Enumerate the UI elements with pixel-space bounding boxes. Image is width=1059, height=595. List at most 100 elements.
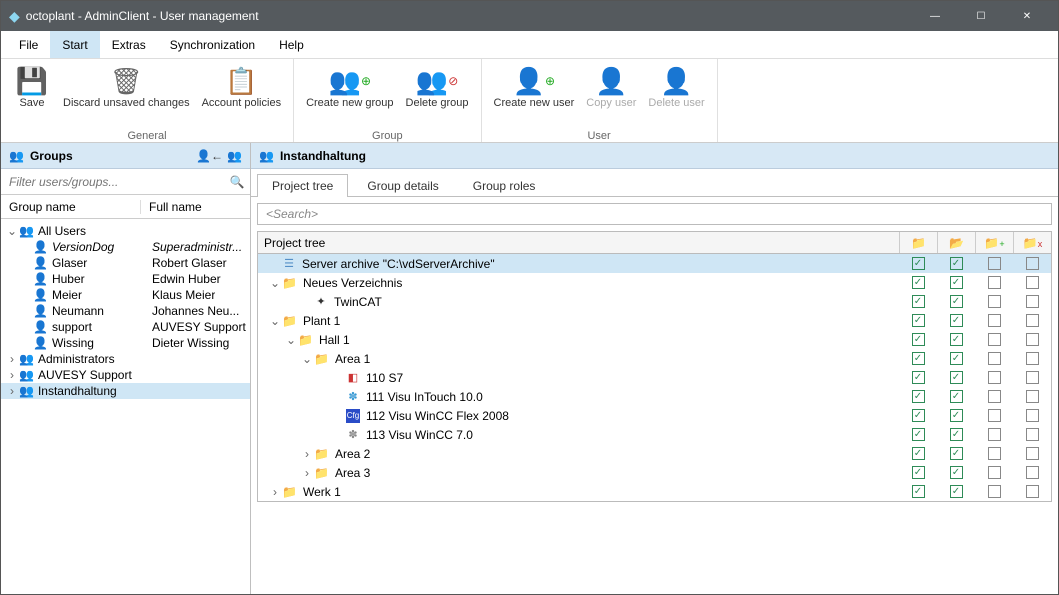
permission-checkbox[interactable]: ✓ [912, 257, 925, 270]
permission-checkbox[interactable] [988, 485, 1001, 498]
permission-checkbox[interactable]: ✓ [912, 371, 925, 384]
permission-checkbox[interactable]: ✓ [912, 276, 925, 289]
expand-icon[interactable]: ⌄ [284, 333, 298, 347]
tree-row[interactable]: 👤NeumannJohannes Neu... [1, 303, 250, 319]
tree-row[interactable]: 👤MeierKlaus Meier [1, 287, 250, 303]
groups-tree[interactable]: ⌄👥All Users👤VersionDogSuperadministr...👤… [1, 219, 250, 594]
permission-checkbox[interactable]: ✓ [950, 409, 963, 422]
tree-row[interactable]: ⌄👥All Users [1, 223, 250, 239]
col-perm-1[interactable]: 📁 [899, 232, 937, 253]
permission-checkbox[interactable] [1026, 314, 1039, 327]
filter-input[interactable] [1, 170, 224, 194]
permission-checkbox[interactable] [988, 371, 1001, 384]
project-table-body[interactable]: ☰Server archive "C:\vdServerArchive"✓✓⌄📁… [258, 254, 1051, 501]
create-group-button[interactable]: 👥⊕ Create new group [300, 63, 399, 112]
permission-checkbox[interactable] [1026, 333, 1039, 346]
search-icon[interactable]: 🔍 [224, 175, 250, 189]
tab-project-tree[interactable]: Project tree [257, 174, 348, 197]
project-row[interactable]: ✦TwinCAT✓✓ [258, 292, 1051, 311]
permission-checkbox[interactable] [988, 428, 1001, 441]
permission-checkbox[interactable] [988, 333, 1001, 346]
menu-synchronization[interactable]: Synchronization [158, 31, 267, 58]
permission-checkbox[interactable] [988, 295, 1001, 308]
permission-checkbox[interactable]: ✓ [950, 257, 963, 270]
expand-icon[interactable]: › [268, 485, 282, 499]
delete-user-button[interactable]: 👤 Delete user [642, 63, 710, 112]
permission-checkbox[interactable] [1026, 257, 1039, 270]
permission-checkbox[interactable]: ✓ [912, 295, 925, 308]
col-perm-3[interactable]: 📁+ [975, 232, 1013, 253]
permission-checkbox[interactable] [1026, 466, 1039, 479]
project-row[interactable]: ›📁Werk 1✓✓ [258, 482, 1051, 501]
permission-checkbox[interactable] [1026, 447, 1039, 460]
permission-checkbox[interactable] [1026, 409, 1039, 422]
permission-checkbox[interactable]: ✓ [950, 390, 963, 403]
permission-checkbox[interactable] [1026, 390, 1039, 403]
permission-checkbox[interactable]: ✓ [912, 447, 925, 460]
permission-checkbox[interactable]: ✓ [950, 333, 963, 346]
col-project-tree[interactable]: Project tree [258, 232, 899, 253]
permission-checkbox[interactable]: ✓ [912, 390, 925, 403]
expand-icon[interactable]: ⌄ [300, 352, 314, 366]
permission-checkbox[interactable] [988, 257, 1001, 270]
project-search[interactable]: <Search> [257, 203, 1052, 225]
close-button[interactable]: ✕ [1004, 1, 1050, 31]
project-row[interactable]: ⌄📁Area 1✓✓ [258, 349, 1051, 368]
permission-checkbox[interactable]: ✓ [912, 352, 925, 365]
assign-user-icon[interactable]: 👤← [196, 149, 223, 163]
expand-icon[interactable]: ⌄ [268, 314, 282, 328]
menu-help[interactable]: Help [267, 31, 316, 58]
discard-button[interactable]: 🗑 Discard unsaved changes [57, 63, 196, 112]
permission-checkbox[interactable] [988, 390, 1001, 403]
col-perm-2[interactable]: 📂 [937, 232, 975, 253]
account-policies-button[interactable]: 📋 Account policies [196, 63, 288, 112]
project-row[interactable]: ✽111 Visu InTouch 10.0✓✓ [258, 387, 1051, 406]
permission-checkbox[interactable]: ✓ [950, 371, 963, 384]
tree-row[interactable]: ›👥AUVESY Support [1, 367, 250, 383]
permission-checkbox[interactable]: ✓ [912, 466, 925, 479]
permission-checkbox[interactable] [988, 276, 1001, 289]
save-button[interactable]: 💾 Save [7, 63, 57, 112]
permission-checkbox[interactable] [1026, 352, 1039, 365]
permission-checkbox[interactable] [988, 352, 1001, 365]
project-row[interactable]: ⌄📁Hall 1✓✓ [258, 330, 1051, 349]
tree-row[interactable]: ›👥Instandhaltung [1, 383, 250, 399]
assign-group-icon[interactable]: 👥 [227, 149, 242, 163]
permission-checkbox[interactable]: ✓ [912, 333, 925, 346]
menu-file[interactable]: File [7, 31, 50, 58]
col-full-name[interactable]: Full name [141, 200, 202, 214]
permission-checkbox[interactable] [1026, 276, 1039, 289]
project-row[interactable]: ☰Server archive "C:\vdServerArchive"✓✓ [258, 254, 1051, 273]
tab-group-roles[interactable]: Group roles [458, 174, 551, 197]
project-row[interactable]: ›📁Area 2✓✓ [258, 444, 1051, 463]
tree-row[interactable]: 👤WissingDieter Wissing [1, 335, 250, 351]
project-row[interactable]: ›📁Area 3✓✓ [258, 463, 1051, 482]
permission-checkbox[interactable] [1026, 371, 1039, 384]
project-row[interactable]: ⌄📁Neues Verzeichnis✓✓ [258, 273, 1051, 292]
permission-checkbox[interactable] [988, 466, 1001, 479]
tab-group-details[interactable]: Group details [352, 174, 453, 197]
menu-extras[interactable]: Extras [100, 31, 158, 58]
tree-row[interactable]: 👤HuberEdwin Huber [1, 271, 250, 287]
permission-checkbox[interactable] [988, 409, 1001, 422]
permission-checkbox[interactable]: ✓ [950, 276, 963, 289]
permission-checkbox[interactable] [1026, 428, 1039, 441]
permission-checkbox[interactable]: ✓ [912, 409, 925, 422]
permission-checkbox[interactable]: ✓ [912, 314, 925, 327]
project-row[interactable]: ✽113 Visu WinCC 7.0✓✓ [258, 425, 1051, 444]
permission-checkbox[interactable]: ✓ [950, 352, 963, 365]
permission-checkbox[interactable]: ✓ [950, 466, 963, 479]
maximize-button[interactable]: ☐ [958, 1, 1004, 31]
permission-checkbox[interactable]: ✓ [912, 485, 925, 498]
expand-icon[interactable]: › [300, 447, 314, 461]
minimize-button[interactable]: — [912, 1, 958, 31]
permission-checkbox[interactable]: ✓ [950, 295, 963, 308]
permission-checkbox[interactable] [988, 314, 1001, 327]
permission-checkbox[interactable]: ✓ [950, 428, 963, 441]
create-user-button[interactable]: 👤⊕ Create new user [488, 63, 581, 112]
permission-checkbox[interactable] [1026, 485, 1039, 498]
project-row[interactable]: ⌄📁Plant 1✓✓ [258, 311, 1051, 330]
permission-checkbox[interactable]: ✓ [912, 428, 925, 441]
tree-row[interactable]: 👤supportAUVESY Support [1, 319, 250, 335]
permission-checkbox[interactable]: ✓ [950, 485, 963, 498]
